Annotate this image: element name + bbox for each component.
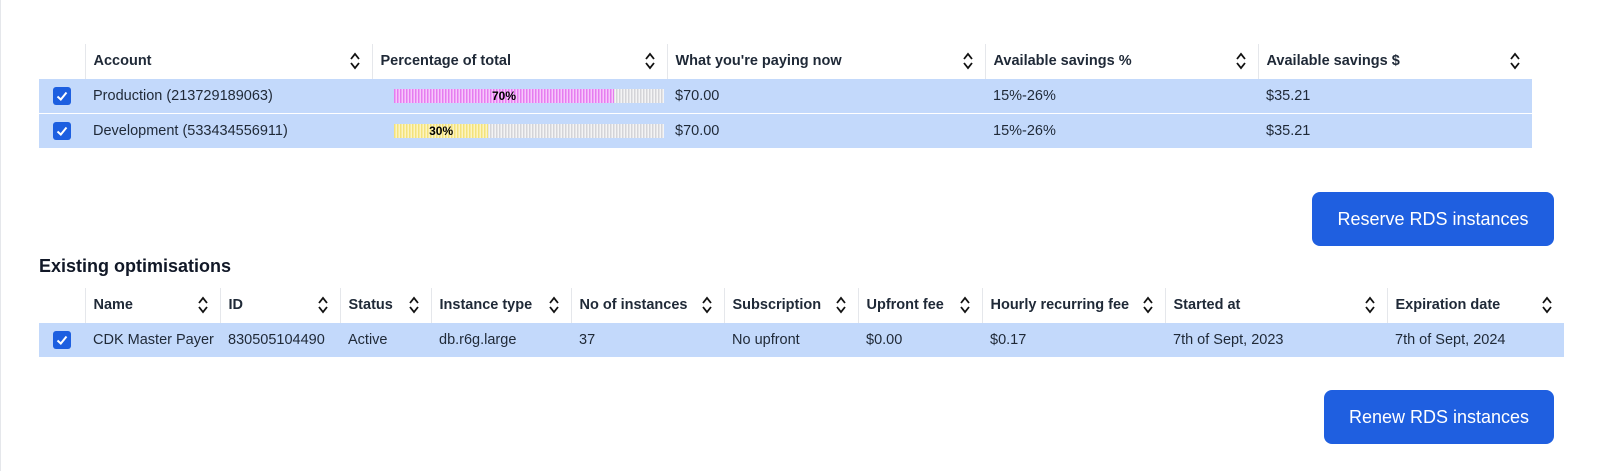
column-header-upfront-fee[interactable]: Upfront fee <box>858 288 983 323</box>
sort-icon[interactable] <box>962 51 973 71</box>
column-header-id[interactable]: ID <box>220 288 341 323</box>
sort-icon[interactable] <box>317 295 328 315</box>
column-header-hourly-fee[interactable]: Hourly recurring fee <box>982 288 1166 323</box>
sort-icon[interactable] <box>959 295 970 315</box>
column-header-account[interactable]: Account <box>85 44 373 79</box>
percentage-cell: 70% <box>372 78 667 114</box>
column-header-expiration[interactable]: Expiration date <box>1387 288 1564 323</box>
reserve-rds-button[interactable]: Reserve RDS instances <box>1312 192 1554 246</box>
column-header-percentage[interactable]: Percentage of total <box>372 44 668 79</box>
row-checkbox-cell <box>39 78 85 114</box>
column-header-status[interactable]: Status <box>340 288 432 323</box>
section-title: Existing optimisations <box>39 256 232 276</box>
column-header-paying-now[interactable]: What you're paying now <box>667 44 986 79</box>
sort-icon[interactable] <box>197 295 208 315</box>
account-name: Development (533434556911) <box>85 113 372 148</box>
instance-type: db.r6g.large <box>431 322 571 357</box>
percentage-bar: 70% <box>394 89 664 103</box>
sort-icon[interactable] <box>1142 295 1153 315</box>
sort-icon[interactable] <box>1364 295 1375 315</box>
sort-icon[interactable] <box>349 51 360 71</box>
optimisation-id: 830505104490 <box>220 322 340 357</box>
savings-pct: 15%-26% <box>985 113 1258 148</box>
column-header-name[interactable]: Name <box>85 288 221 323</box>
row-checkbox-cell <box>39 322 85 357</box>
paying-now: $70.00 <box>667 113 985 148</box>
table-row[interactable]: CDK Master Payer 830505104490 Active db.… <box>39 322 1564 357</box>
checkmark-icon <box>56 91 68 101</box>
savings-usd: $35.21 <box>1258 78 1532 114</box>
savings-pct: 15%-26% <box>985 78 1258 114</box>
sort-icon[interactable] <box>1510 51 1520 71</box>
sort-icon[interactable] <box>1542 295 1552 315</box>
row-checkbox[interactable] <box>53 122 71 140</box>
percentage-bar: 30% <box>394 124 664 138</box>
subscription: No upfront <box>724 322 858 357</box>
renew-rds-button[interactable]: Renew RDS instances <box>1324 390 1554 444</box>
row-checkbox[interactable] <box>53 331 71 349</box>
savings-usd: $35.21 <box>1258 113 1532 148</box>
optimisation-name: CDK Master Payer <box>85 322 220 357</box>
accounts-table: Account Percentage of total What you're … <box>39 44 1532 148</box>
started-at: 7th of Sept, 2023 <box>1165 322 1387 357</box>
accounts-header-row: Account Percentage of total What you're … <box>39 44 1532 79</box>
account-name: Production (213729189063) <box>85 78 372 114</box>
expiration-date: 7th of Sept, 2024 <box>1387 322 1564 357</box>
hourly-fee: $0.17 <box>982 322 1165 357</box>
instance-count: 37 <box>571 322 724 357</box>
column-header-instances[interactable]: No of instances <box>571 288 725 323</box>
sort-icon[interactable] <box>701 295 712 315</box>
frame-border <box>0 0 1 471</box>
sort-icon[interactable] <box>644 51 655 71</box>
select-column-header <box>39 288 86 323</box>
optimisation-status: Active <box>340 322 431 357</box>
column-header-started-at[interactable]: Started at <box>1165 288 1388 323</box>
checkmark-icon <box>56 126 68 136</box>
sort-icon[interactable] <box>835 295 846 315</box>
upfront-fee: $0.00 <box>858 322 982 357</box>
sort-icon[interactable] <box>1235 51 1246 71</box>
percentage-label: 30% <box>429 124 454 138</box>
existing-header-row: Name ID Status Instance type No of insta… <box>39 288 1564 323</box>
sort-icon[interactable] <box>548 295 559 315</box>
sort-icon[interactable] <box>408 295 419 315</box>
row-checkbox-cell <box>39 113 85 148</box>
percentage-cell: 30% <box>372 113 667 148</box>
column-header-savings-usd[interactable]: Available savings $ <box>1258 44 1532 79</box>
table-row[interactable]: Production (213729189063) 70% $70.00 15%… <box>39 78 1532 114</box>
column-header-subscription[interactable]: Subscription <box>724 288 859 323</box>
table-row[interactable]: Development (533434556911) 30% $70.00 15… <box>39 113 1532 148</box>
column-header-savings-pct[interactable]: Available savings % <box>985 44 1259 79</box>
column-header-instance-type[interactable]: Instance type <box>431 288 572 323</box>
row-checkbox[interactable] <box>53 87 71 105</box>
checkmark-icon <box>56 335 68 345</box>
existing-optimisations-table: Name ID Status Instance type No of insta… <box>39 288 1564 357</box>
select-column-header <box>39 44 86 79</box>
paying-now: $70.00 <box>667 78 985 114</box>
percentage-label: 70% <box>492 89 517 103</box>
